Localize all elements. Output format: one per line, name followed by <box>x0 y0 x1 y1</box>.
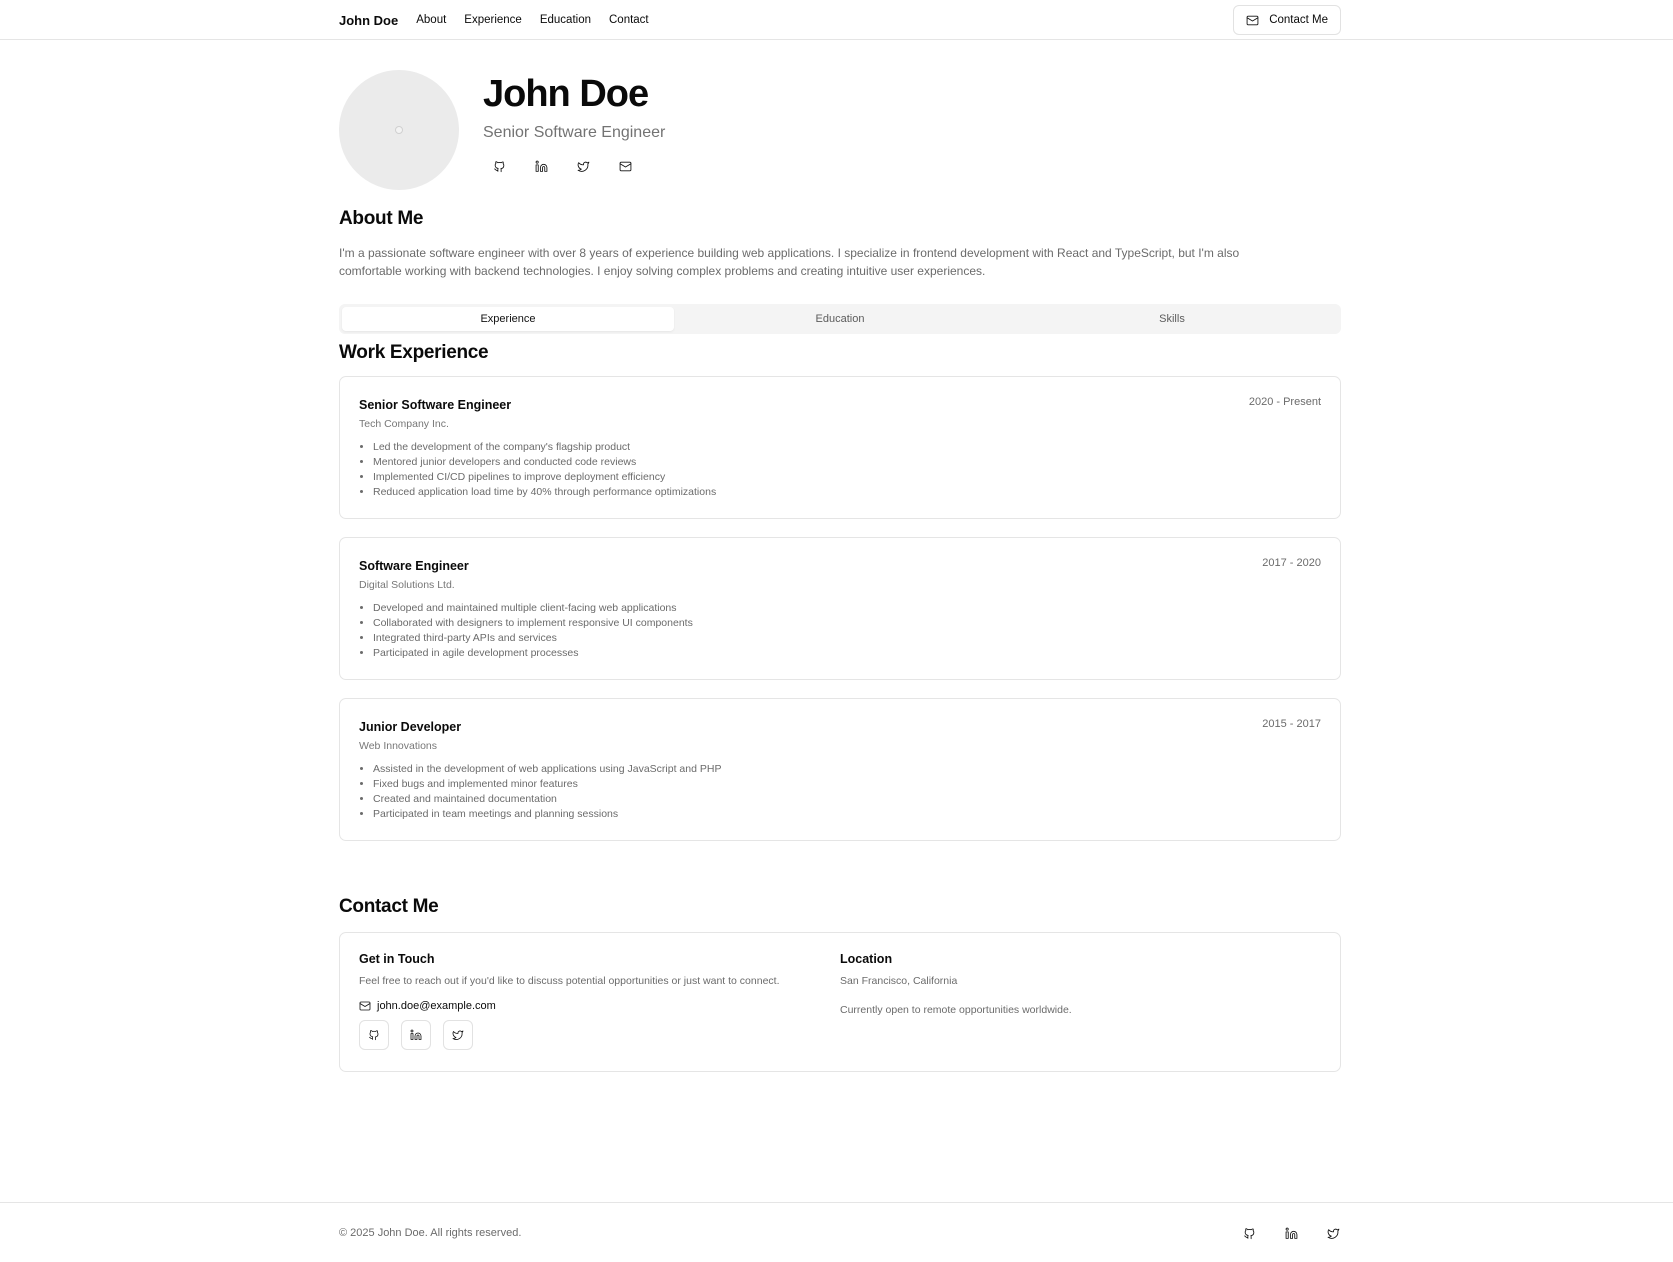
location-note: Currently open to remote opportunities w… <box>840 1004 1072 1016</box>
tab-education[interactable]: Education <box>674 307 1006 331</box>
linkedin-button[interactable] <box>401 1020 431 1050</box>
top-navbar: John Doe About Experience Education Cont… <box>0 0 1673 40</box>
linkedin-icon <box>410 1029 422 1041</box>
footer-inner: © 2025 John Doe. All rights reserved. <box>339 1203 1341 1262</box>
profile-social-links <box>483 156 665 176</box>
contact-social-buttons <box>359 1020 840 1050</box>
mail-icon <box>1246 14 1259 27</box>
about-text: I'm a passionate software engineer with … <box>339 246 1240 278</box>
twitter-icon[interactable] <box>1325 1225 1341 1241</box>
job-role: Senior Software Engineer <box>359 398 512 412</box>
get-in-touch-heading: Get in Touch <box>359 952 435 966</box>
nav-link-education[interactable]: Education <box>540 14 591 26</box>
location-city: San Francisco, California <box>840 975 958 987</box>
profile-header: John Doe Senior Software Engineer <box>339 70 1341 190</box>
job-card-header: Senior Software Engineer 2020 - Present <box>359 396 1321 412</box>
nav-link-experience[interactable]: Experience <box>464 14 522 26</box>
list-item: Participated in team meetings and planni… <box>373 807 1321 822</box>
twitter-icon[interactable] <box>573 156 593 176</box>
job-role: Junior Developer <box>359 720 462 734</box>
avatar <box>339 70 459 190</box>
nav-link-contact[interactable]: Contact <box>609 14 649 26</box>
copyright-text: © 2025 John Doe. All rights reserved. <box>339 1227 522 1239</box>
brand-name[interactable]: John Doe <box>339 13 398 28</box>
about-heading: About Me <box>339 208 424 229</box>
get-in-touch-text: Feel free to reach out if you'd like to … <box>359 975 780 987</box>
list-item: Developed and maintained multiple client… <box>373 601 1321 616</box>
job-company: Web Innovations <box>359 740 438 752</box>
job-bullets: Assisted in the development of web appli… <box>359 762 1321 822</box>
list-item: Collaborated with designers to implement… <box>373 616 1321 631</box>
linkedin-icon[interactable] <box>1283 1225 1299 1241</box>
get-in-touch-column: Get in Touch Feel free to reach out if y… <box>359 952 840 1052</box>
job-card: Senior Software Engineer 2020 - Present … <box>339 376 1341 519</box>
location-column: Location San Francisco, California Curre… <box>840 952 1321 1052</box>
twitter-icon <box>452 1029 464 1041</box>
avatar-placeholder-icon <box>395 126 403 134</box>
job-card-header: Software Engineer 2017 - 2020 <box>359 557 1321 573</box>
section-tabs: Experience Education Skills <box>339 304 1341 334</box>
job-company: Digital Solutions Ltd. <box>359 579 455 591</box>
github-icon <box>368 1029 380 1041</box>
contact-heading: Contact Me <box>339 896 439 917</box>
twitter-button[interactable] <box>443 1020 473 1050</box>
job-bullets: Developed and maintained multiple client… <box>359 601 1321 661</box>
tab-experience[interactable]: Experience <box>342 307 674 331</box>
contact-me-button[interactable]: Contact Me <box>1233 5 1341 35</box>
job-card: Junior Developer 2015 - 2017 Web Innovat… <box>339 698 1341 841</box>
list-item: Participated in agile development proces… <box>373 646 1321 661</box>
profile-info: John Doe Senior Software Engineer <box>483 70 665 190</box>
job-bullets: Led the development of the company's fla… <box>359 440 1321 500</box>
navbar-inner: John Doe About Experience Education Cont… <box>339 0 1341 40</box>
location-heading: Location <box>840 952 893 966</box>
job-company: Tech Company Inc. <box>359 418 449 430</box>
mail-icon <box>359 1000 371 1012</box>
list-item: Reduced application load time by 40% thr… <box>373 485 1321 500</box>
list-item: Implemented CI/CD pipelines to improve d… <box>373 470 1321 485</box>
job-card: Software Engineer 2017 - 2020 Digital So… <box>339 537 1341 680</box>
github-icon[interactable] <box>489 156 509 176</box>
job-period: 2017 - 2020 <box>1262 557 1321 569</box>
profile-title: Senior Software Engineer <box>483 124 666 141</box>
contact-email: john.doe@example.com <box>377 1000 496 1012</box>
mail-icon[interactable] <box>615 156 635 176</box>
contact-me-label: Contact Me <box>1269 14 1328 26</box>
list-item: Fixed bugs and implemented minor feature… <box>373 777 1321 792</box>
footer-social-links <box>1241 1225 1341 1241</box>
nav-link-about[interactable]: About <box>416 14 446 26</box>
github-button[interactable] <box>359 1020 389 1050</box>
job-period: 2015 - 2017 <box>1262 718 1321 730</box>
profile-name: John Doe <box>483 73 649 115</box>
list-item: Assisted in the development of web appli… <box>373 762 1321 777</box>
list-item: Mentored junior developers and conducted… <box>373 455 1321 470</box>
linkedin-icon[interactable] <box>531 156 551 176</box>
job-role: Software Engineer <box>359 559 469 573</box>
contact-email-link[interactable]: john.doe@example.com <box>359 1000 840 1012</box>
tab-skills[interactable]: Skills <box>1006 307 1338 331</box>
job-card-header: Junior Developer 2015 - 2017 <box>359 718 1321 734</box>
list-item: Integrated third-party APIs and services <box>373 631 1321 646</box>
github-icon[interactable] <box>1241 1225 1257 1241</box>
list-item: Created and maintained documentation <box>373 792 1321 807</box>
footer: © 2025 John Doe. All rights reserved. <box>0 1202 1673 1262</box>
job-period: 2020 - Present <box>1248 396 1321 408</box>
list-item: Led the development of the company's fla… <box>373 440 1321 455</box>
about-section: About Me I'm a passionate software engin… <box>339 208 1341 280</box>
work-experience-heading: Work Experience <box>339 342 489 363</box>
contact-card: Get in Touch Feel free to reach out if y… <box>339 932 1341 1072</box>
